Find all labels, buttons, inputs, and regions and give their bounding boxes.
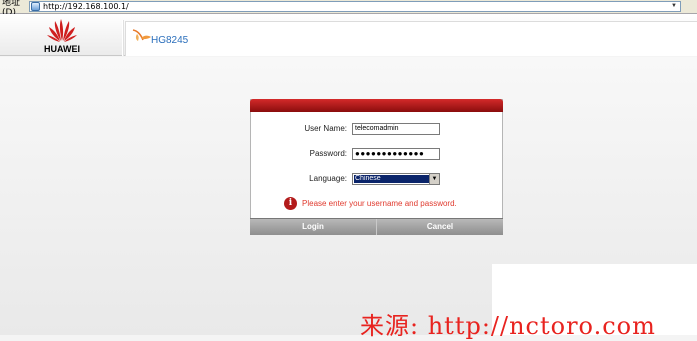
language-value: Chinese — [354, 175, 429, 183]
language-select[interactable]: Chinese ▼ — [352, 173, 440, 185]
info-icon: i — [284, 196, 297, 210]
username-input[interactable]: telecomadmin — [352, 123, 440, 135]
password-label: Password: — [309, 149, 347, 158]
language-row: Language: Chinese ▼ — [251, 173, 502, 187]
error-message: i Please enter your username and passwor… — [284, 196, 457, 210]
language-label: Language: — [309, 174, 347, 183]
address-bar: 地址(D) http://192.168.100.1/ ▼ — [0, 0, 697, 18]
sprout-icon — [132, 29, 151, 41]
huawei-petals-icon — [47, 19, 77, 42]
password-row: Password: ●●●●●●●●●●●●● — [251, 148, 502, 162]
chevron-down-icon[interactable]: ▼ — [669, 2, 679, 11]
button-bar: Login Cancel — [250, 218, 503, 235]
scroll-arrow[interactable] — [683, 1, 697, 12]
model-tab: HG8245 — [125, 21, 697, 56]
login-button[interactable]: Login — [250, 219, 376, 235]
huawei-logo: HUAWEI — [34, 17, 90, 55]
header: HUAWEI HG8245 — [0, 14, 697, 56]
cancel-button[interactable]: Cancel — [376, 219, 503, 235]
brand-name: HUAWEI — [44, 44, 80, 54]
username-row: User Name: telecomadmin — [251, 123, 502, 137]
header-divider — [122, 20, 124, 56]
watermark: 来源: http://nctoro.com — [360, 312, 656, 340]
url-text: http://192.168.100.1/ — [43, 2, 129, 11]
password-input[interactable]: ●●●●●●●●●●●●● — [352, 148, 440, 160]
login-panel: User Name: telecomadmin Password: ●●●●●●… — [250, 99, 503, 235]
panel-title-bar — [250, 99, 503, 112]
page-icon — [31, 2, 40, 11]
chevron-down-icon[interactable]: ▼ — [429, 174, 439, 184]
model-name: HG8245 — [151, 35, 189, 46]
url-input[interactable]: http://192.168.100.1/ ▼ — [29, 1, 681, 12]
error-text: Please enter your username and password. — [302, 198, 457, 208]
username-label: User Name: — [304, 124, 347, 133]
